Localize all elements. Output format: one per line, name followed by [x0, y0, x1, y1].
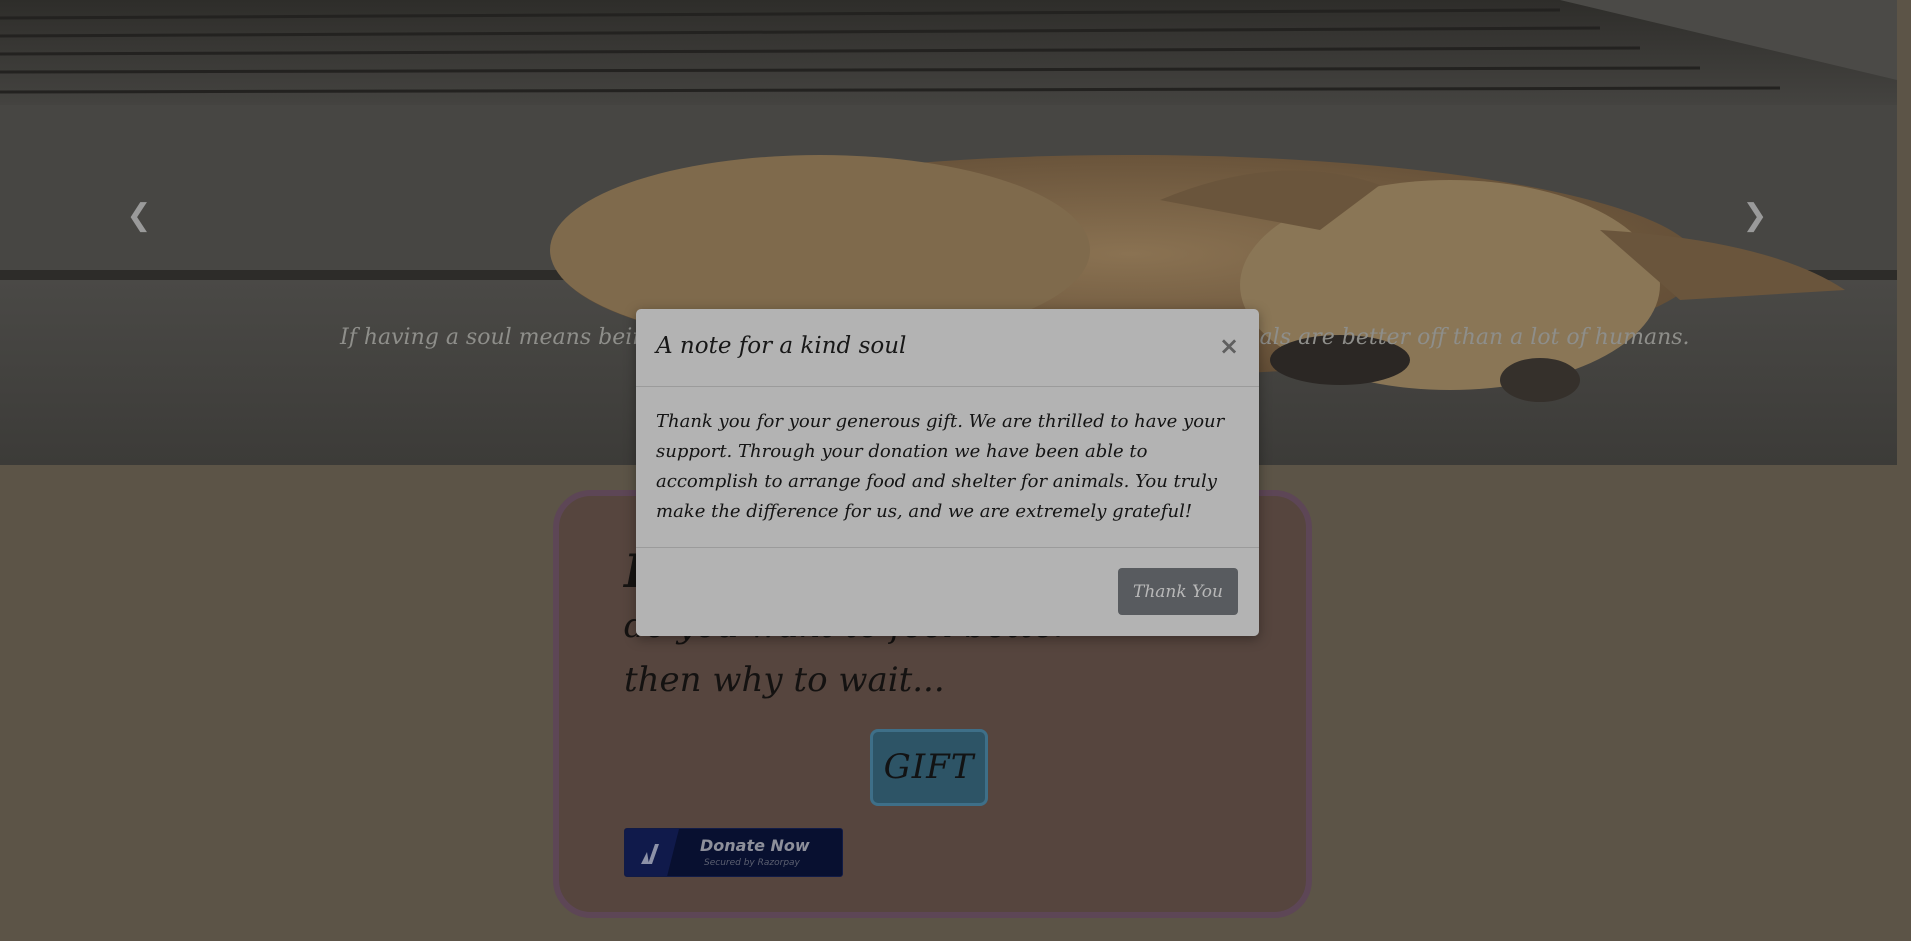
modal-body-text: Thank you for your generous gift. We are…: [656, 411, 1225, 522]
card-text-line-2: then why to wait...: [624, 660, 945, 700]
razorpay-logo-icon: [625, 829, 679, 876]
close-icon: ×: [1218, 332, 1240, 360]
donate-sublabel: Secured by Razorpay: [704, 858, 800, 868]
modal-header: A note for a kind soul ×: [636, 309, 1259, 387]
donate-label: Donate Now: [700, 836, 810, 855]
carousel-next-button[interactable]: ❯: [1735, 198, 1775, 234]
gift-button[interactable]: GIFT: [870, 729, 988, 806]
chevron-left-icon: ❮: [126, 198, 152, 233]
thank-you-modal: A note for a kind soul × Thank you for y…: [636, 309, 1259, 636]
modal-footer: Thank You: [636, 547, 1259, 636]
modal-close-button[interactable]: ×: [1217, 333, 1241, 359]
razorpay-donate-button[interactable]: Donate Now Secured by Razorpay: [624, 828, 843, 877]
modal-title: A note for a kind soul: [656, 333, 907, 359]
carousel-prev-button[interactable]: ❮: [119, 198, 159, 234]
chevron-right-icon: ❯: [1742, 198, 1768, 233]
thank-you-button[interactable]: Thank You: [1118, 568, 1238, 615]
